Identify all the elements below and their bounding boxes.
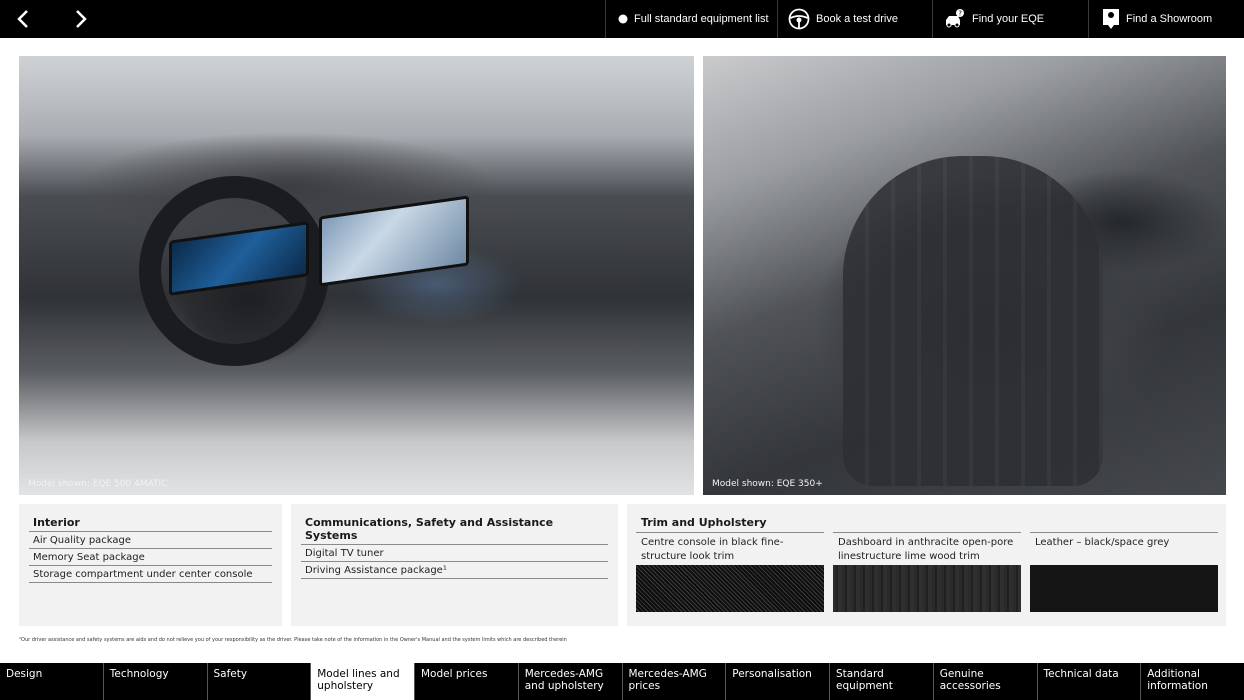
left-photo-caption: Model shown: EQE 500 4MATIC	[28, 479, 168, 489]
top-bar: Full standard equipment list Book a test…	[0, 0, 1244, 38]
footnote: ¹Our driver assistance and safety system…	[19, 637, 567, 643]
nav-standard-equipment[interactable]: Standard equipment	[829, 663, 933, 700]
svg-text:?: ?	[958, 10, 962, 18]
trim-option: Dashboard in anthracite open-pore linest…	[833, 532, 1021, 612]
nav-additional-information[interactable]: Additional information	[1140, 663, 1244, 700]
nav-design[interactable]: Design	[0, 663, 103, 700]
trim-swatch	[1030, 565, 1218, 612]
trim-upholstery-panel: Trim and Upholstery Centre console in bl…	[627, 504, 1226, 626]
interior-title: Interior	[29, 516, 272, 532]
interior-panel: Interior Air Quality package Memory Seat…	[19, 504, 282, 626]
list-item: Memory Seat package	[29, 549, 272, 566]
book-test-drive-button[interactable]: Book a test drive	[777, 0, 932, 38]
list-item: Air Quality package	[29, 532, 272, 549]
trim-option: Leather – black/space grey	[1030, 532, 1218, 612]
trim-option-label: Dashboard in anthracite open-pore linest…	[838, 537, 1014, 562]
trim-option-label: Centre console in black fine-structure l…	[641, 537, 784, 562]
trim-swatch	[636, 565, 824, 612]
trim-title: Trim and Upholstery	[641, 516, 767, 529]
nav-amg-prices[interactable]: Mercedes-AMG prices	[621, 663, 726, 700]
trim-option-label: Leather – black/space grey	[1035, 537, 1170, 548]
trim-swatch	[833, 565, 1021, 612]
interior-dashboard-photo: Model shown: EQE 500 4MATIC	[19, 56, 694, 495]
full-equipment-list-label: Full standard equipment list	[634, 13, 769, 25]
find-showroom-button[interactable]: Find a Showroom	[1088, 0, 1244, 38]
communications-panel: Communications, Safety and Assistance Sy…	[291, 504, 618, 626]
chevron-left-icon	[17, 10, 28, 28]
bottom-navigation: Design Technology Safety Model lines and…	[0, 663, 1244, 700]
right-photo-caption: Model shown: EQE 350+	[712, 479, 823, 489]
interior-seats-photo: Model shown: EQE 350+	[703, 56, 1226, 495]
next-page-button[interactable]	[61, 0, 101, 38]
chevron-right-icon	[76, 10, 87, 28]
list-item: Driving Assistance package¹	[301, 562, 608, 579]
nav-technology[interactable]: Technology	[102, 663, 207, 700]
car-search-icon: ?	[944, 8, 966, 30]
location-pin-icon	[1102, 8, 1120, 30]
nav-model-prices[interactable]: Model prices	[414, 663, 518, 700]
full-equipment-list-button[interactable]: Full standard equipment list	[605, 0, 777, 38]
find-showroom-label: Find a Showroom	[1126, 13, 1213, 25]
list-item: Digital TV tuner	[301, 545, 608, 562]
nav-model-lines[interactable]: Model lines and upholstery	[310, 663, 414, 700]
communications-list: Digital TV tuner Driving Assistance pack…	[301, 545, 608, 579]
find-your-eqe-button[interactable]: ? Find your EQE	[932, 0, 1088, 38]
nav-personalisation[interactable]: Personalisation	[725, 663, 829, 700]
nav-safety[interactable]: Safety	[206, 663, 311, 700]
trim-options: Centre console in black fine-structure l…	[636, 532, 1218, 612]
communications-title: Communications, Safety and Assistance Sy…	[301, 516, 608, 545]
nav-technical-data[interactable]: Technical data	[1036, 663, 1141, 700]
nav-genuine-accessories[interactable]: Genuine accessories	[932, 663, 1037, 700]
infotainment-screen-graphic	[319, 195, 469, 287]
steering-wheel-icon	[788, 8, 810, 30]
trim-option: Centre console in black fine-structure l…	[636, 532, 824, 612]
interior-list: Air Quality package Memory Seat package …	[29, 532, 272, 583]
list-item: Storage compartment under center console	[29, 566, 272, 583]
dot-icon	[618, 14, 628, 24]
seat-graphic	[843, 156, 1103, 486]
book-test-drive-label: Book a test drive	[816, 13, 898, 25]
previous-page-button[interactable]	[3, 0, 43, 38]
find-your-eqe-label: Find your EQE	[972, 13, 1045, 25]
top-actions: Full standard equipment list Book a test…	[605, 0, 1244, 38]
nav-amg-upholstery[interactable]: Mercedes-AMG and upholstery	[517, 663, 622, 700]
